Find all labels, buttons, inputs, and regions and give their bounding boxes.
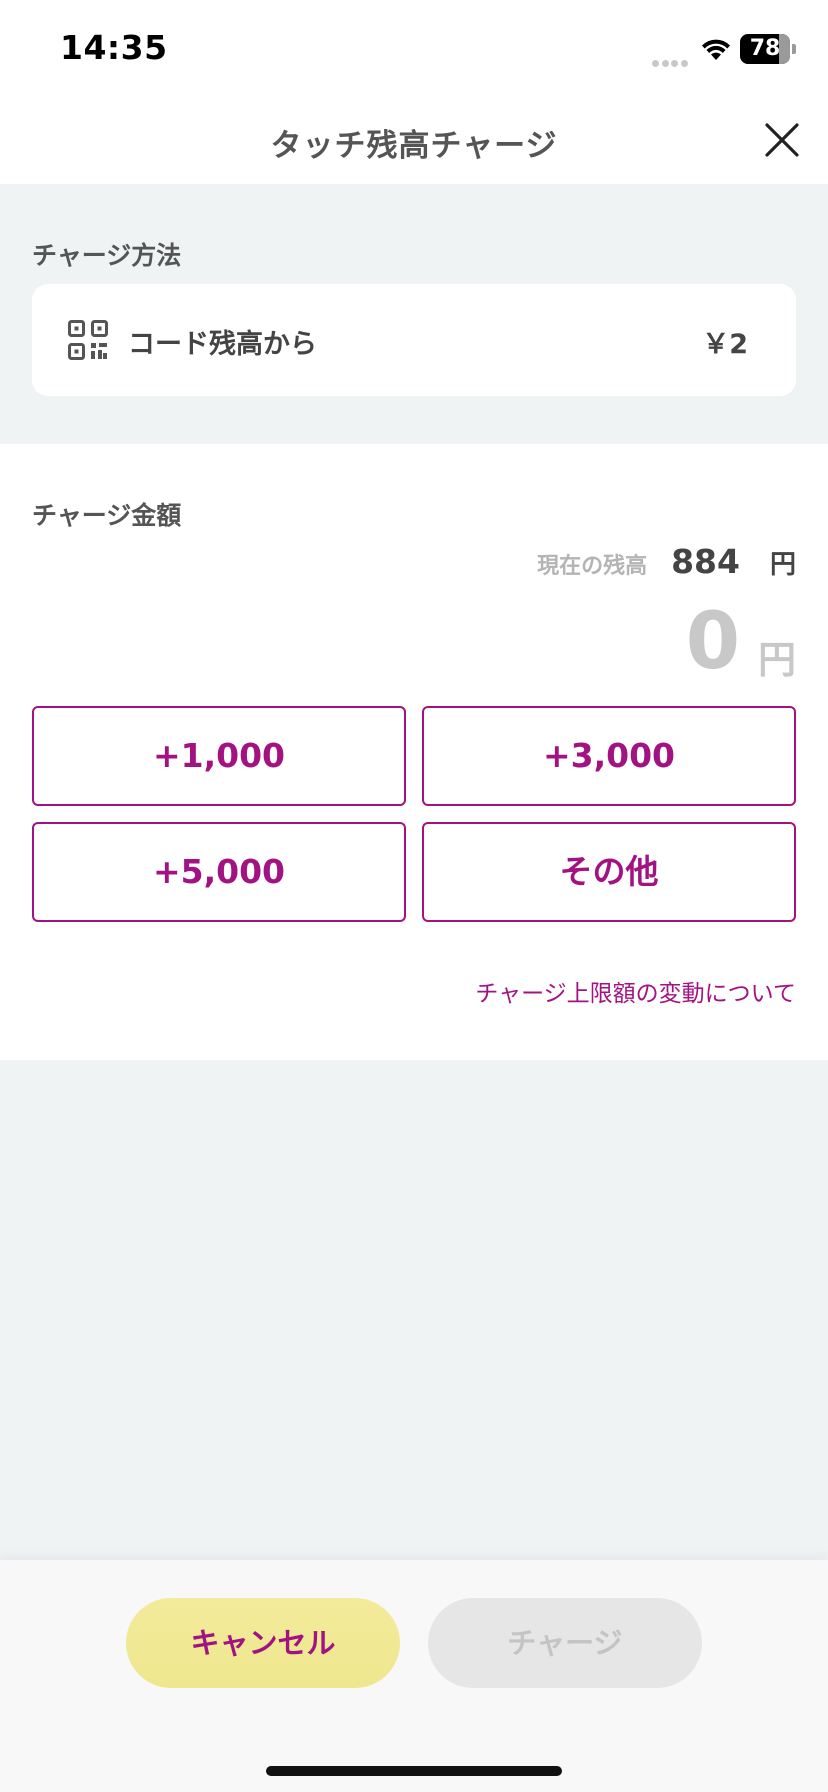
charge-method-card[interactable]: コード残高から ￥2 [32, 284, 796, 396]
close-icon[interactable] [764, 122, 800, 158]
home-indicator[interactable] [266, 1766, 562, 1776]
charge-button[interactable]: チャージ [428, 1598, 702, 1688]
current-balance-label: 現在の残高 [537, 554, 648, 579]
current-balance-value: 884 [671, 542, 740, 581]
charge-method-label: チャージ方法 [32, 241, 182, 270]
charge-method-name: コード残高から [128, 329, 317, 360]
battery-level: 78 [749, 36, 781, 61]
status-bar: 14:35 78 [0, 0, 828, 100]
page-title: タッチ残高チャージ [270, 128, 558, 164]
cancel-button[interactable]: キャンセル [126, 1598, 400, 1688]
charge-amount-label: チャージ金額 [32, 501, 182, 530]
status-time: 14:35 [60, 28, 168, 67]
charge-amount-section: チャージ金額 現在の残高 884 円 0 円 +1,000 +3,000 +5,… [0, 444, 828, 1060]
add-3000-button[interactable]: +3,000 [422, 706, 796, 806]
current-balance-row: 現在の残高 884 円 [537, 542, 796, 581]
add-1000-button[interactable]: +1,000 [32, 706, 406, 806]
wifi-icon [702, 39, 730, 60]
charge-amount-value: 0 [685, 597, 740, 687]
add-5000-button[interactable]: +5,000 [32, 822, 406, 922]
battery-icon: 78 [740, 34, 796, 64]
signal-dots-icon [652, 52, 690, 67]
header: タッチ残高チャージ [0, 100, 828, 184]
charge-method-balance: ￥2 [702, 329, 748, 360]
charge-limit-link[interactable]: チャージ上限額の変動について [475, 974, 796, 1008]
current-balance-unit: 円 [769, 550, 796, 580]
other-amount-button[interactable]: その他 [422, 822, 796, 922]
footer: キャンセル チャージ [0, 1560, 828, 1792]
charge-method-section: チャージ方法 コード残高から ￥2 [0, 184, 828, 444]
charge-amount-unit: 円 [757, 638, 796, 682]
charge-amount-display: 0 円 [686, 602, 796, 682]
qr-code-icon [68, 320, 108, 360]
